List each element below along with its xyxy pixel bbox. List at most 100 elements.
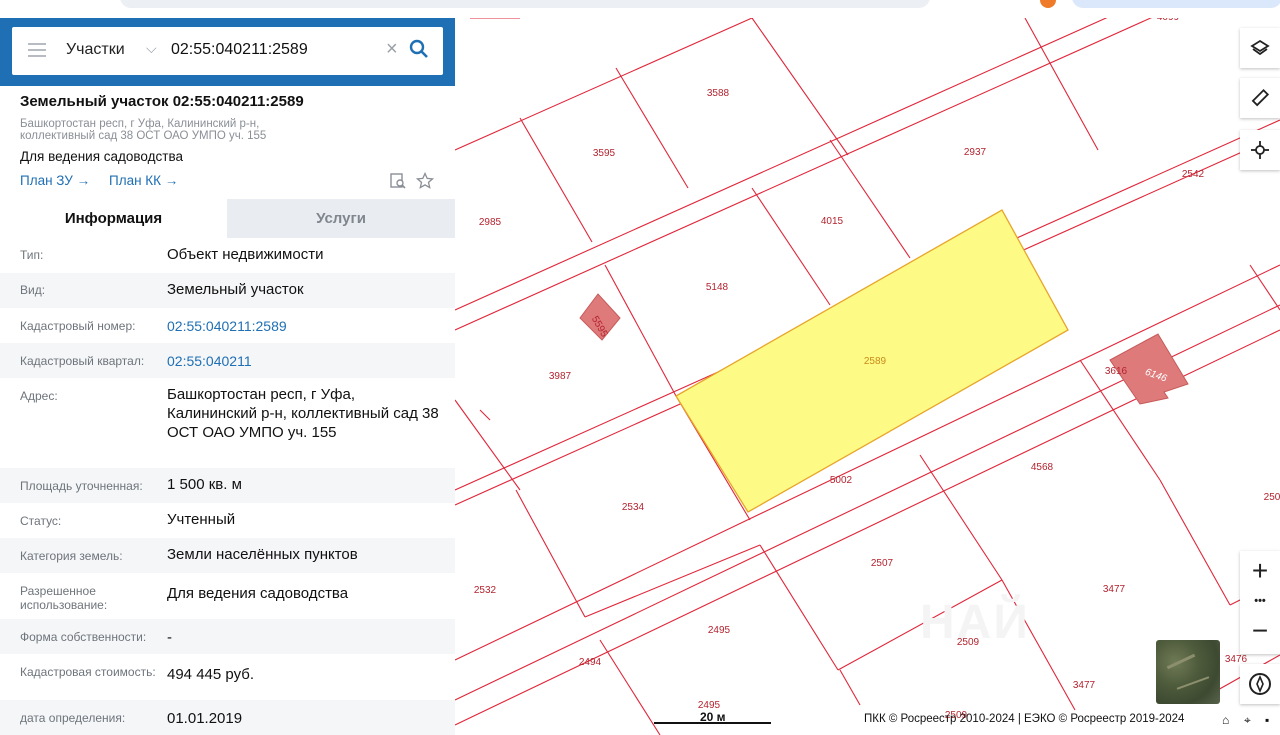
star-icon[interactable] (416, 172, 434, 190)
parcel-number-label: 3987 (549, 371, 572, 382)
info-row: Категория земель: Земли населённых пункто… (0, 538, 455, 573)
info-row: Разрешенное использование: Для ведения са… (0, 573, 455, 619)
parcel-number-label: 3477 (1103, 584, 1126, 595)
tab-info[interactable]: Информация (0, 199, 227, 238)
parcel-number-label: 2985 (479, 217, 502, 228)
boundary-line (515, 489, 586, 618)
layers-button[interactable] (1240, 28, 1280, 68)
boundary-line (599, 639, 661, 735)
address-bar[interactable] (120, 0, 930, 8)
info-link-value[interactable]: 02:55:040211:2589 (167, 317, 445, 336)
parcel-number-label: 3595 (593, 148, 616, 159)
info-value: - (167, 629, 172, 646)
map-watermark: НАЙ (920, 596, 1030, 649)
parcel-number-label: 4099 (1157, 18, 1180, 23)
boundary-line (455, 18, 1153, 331)
compass-button[interactable] (1240, 664, 1280, 704)
info-row: Кадастровый квартал: 02:55:040211 (0, 343, 455, 378)
browser-top-strip (0, 0, 1280, 18)
boundary-line (829, 139, 911, 259)
info-label: Разрешенное использование: (20, 584, 108, 612)
parcel-address: Башкортостан респ, г Уфа, Калининский р-… (20, 118, 267, 142)
map-copyright: ПКК © Росреестр 2010-2024 | ЕЭКО © Росре… (864, 713, 1185, 725)
search-icon[interactable] (408, 38, 430, 60)
info-label: Статус: (20, 514, 62, 528)
parcel-number-label: 3588 (707, 88, 730, 99)
tab-services[interactable]: Услуги (227, 199, 455, 238)
compass-icon (1249, 673, 1271, 695)
plan-zu-link[interactable]: План ЗУ → (20, 173, 90, 188)
boundary-line (455, 399, 521, 491)
boundary-line (839, 669, 861, 706)
fullscreen-icon[interactable]: ▪ (1265, 713, 1269, 727)
parcel-number-label: 3616 (1105, 366, 1128, 377)
ruler-icon (1251, 88, 1270, 107)
menu-icon[interactable] (28, 43, 46, 57)
zoom-in-button[interactable]: + (1240, 555, 1280, 587)
parcel-number-label: 250 (1264, 492, 1280, 503)
parcel-number-label: 2937 (964, 147, 987, 158)
map-canvas[interactable]: 3174409935883595293725422985401551485595… (455, 18, 1280, 735)
parcel-number-label: 4568 (1031, 462, 1054, 473)
search-box: Участки ⌵ 02:55:040211:2589 × (12, 27, 443, 75)
panel-tabs: Информация Услуги (0, 199, 455, 238)
search-bar: Участки ⌵ 02:55:040211:2589 × (0, 18, 455, 86)
info-value: Учтенный (167, 511, 236, 528)
boundary-line (479, 409, 491, 421)
info-row: Тип: Объект недвижимости (0, 238, 455, 273)
info-label: Кадастровый номер: (20, 319, 136, 333)
info-label: Вид: (20, 283, 46, 297)
boundary-line (751, 18, 849, 156)
info-row: дата определения: 01.01.2019 (0, 700, 455, 735)
zoom-control: + ••• − (1240, 551, 1280, 654)
info-label: Площадь уточненная: (20, 479, 143, 493)
info-label: Кадастровая стоимость: (20, 665, 156, 679)
cadastral-map[interactable]: 3174409935883595293725422985401551485595… (455, 18, 1280, 735)
info-value: Объект недвижимости (167, 246, 324, 263)
parcel-title: Земельный участок 02:55:040211:2589 (20, 93, 304, 110)
zoom-out-button[interactable]: − (1240, 615, 1280, 647)
parcel-use: Для ведения садоводства (20, 149, 183, 164)
info-row: Адрес: Башкортостан респ, г Уфа, Калининс… (0, 378, 455, 468)
document-search-icon[interactable] (389, 172, 407, 190)
parcel-number-label: 2542 (1182, 169, 1205, 180)
info-value: 494 445 руб. (167, 666, 254, 683)
measure-button[interactable] (1240, 78, 1280, 118)
info-row: Кадастровая стоимость: 494 445 руб. (0, 654, 455, 700)
info-row: Форма собственности: - (0, 619, 455, 654)
info-value: Для ведения садоводства (167, 585, 349, 602)
info-value: Земельный участок (167, 281, 304, 298)
info-row: Площадь уточненная: 1 500 кв. м (0, 468, 455, 503)
boundary-line (751, 187, 831, 306)
locate-button[interactable] (1240, 130, 1280, 170)
chevron-down-icon[interactable]: ⌵ (146, 40, 157, 57)
locate-small-icon[interactable]: ⌖ (1244, 713, 1251, 728)
clear-icon[interactable]: × (386, 38, 398, 61)
boundary-line (519, 117, 593, 243)
search-input[interactable]: 02:55:040211:2589 (171, 41, 308, 59)
zoom-more-button[interactable]: ••• (1240, 595, 1280, 607)
browser-button[interactable] (1072, 0, 1280, 8)
info-link-value[interactable]: 02:55:040211 (167, 352, 445, 371)
parcel-number-label: 5002 (830, 475, 853, 486)
extension-icon[interactable] (1040, 0, 1056, 8)
crosshair-icon (1251, 141, 1269, 159)
home-icon[interactable]: ⌂ (1222, 713, 1229, 727)
boundary-line (759, 544, 839, 671)
parcel-number-label: 2532 (474, 585, 497, 596)
parcel-number-label: 2495 (708, 625, 731, 636)
parcel-number-label: 3174 (875, 18, 898, 21)
info-row: Статус: Учтенный (0, 503, 455, 538)
boundary-line (455, 18, 754, 151)
basemap-switcher[interactable] (1156, 640, 1220, 704)
search-type-select[interactable]: Участки (66, 41, 125, 59)
info-label: Адрес: (20, 389, 58, 403)
info-label: Тип: (20, 248, 44, 262)
info-label: дата определения: (20, 711, 126, 725)
plan-kk-link[interactable]: План КК → (109, 173, 178, 188)
parcel-number-label: 2534 (622, 502, 645, 513)
collapse-panel-icon[interactable]: ‹ (455, 28, 470, 48)
parcel-number-label: 5148 (706, 282, 729, 293)
info-label: Категория земель: (20, 549, 123, 563)
info-row: Кадастровый номер: 02:55:040211:2589 (0, 308, 455, 343)
